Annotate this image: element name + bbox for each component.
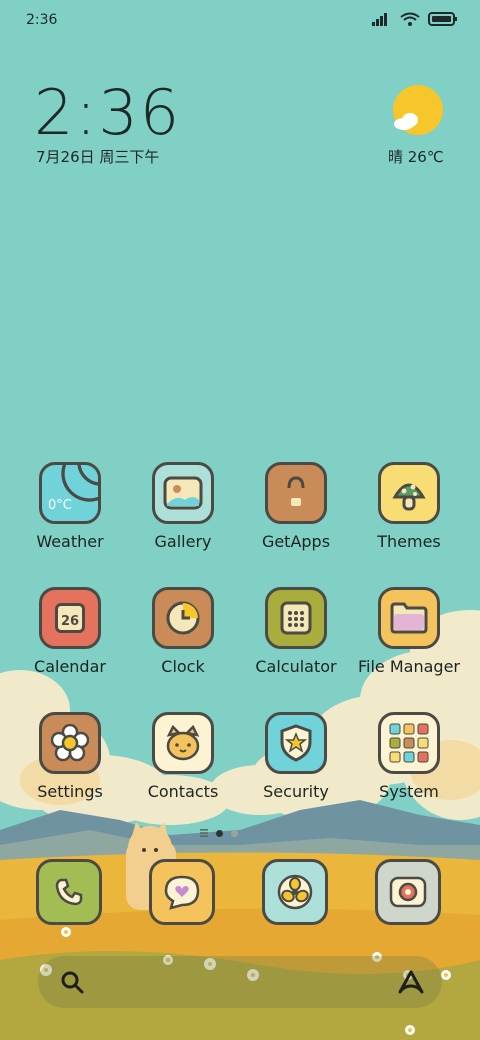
app-security[interactable]: Security <box>240 712 352 822</box>
page-indicator[interactable] <box>200 829 238 837</box>
app-label: Themes <box>377 532 441 551</box>
page-dot <box>231 829 238 837</box>
dock-phone[interactable] <box>36 859 106 929</box>
app-file-manager[interactable]: File Manager <box>353 587 465 697</box>
app-themes[interactable]: Themes <box>353 462 465 572</box>
app-weather[interactable]: 0°C Weather <box>14 462 126 572</box>
phone-icon <box>36 859 102 925</box>
security-shield-icon <box>265 712 327 774</box>
gallery-icon <box>152 462 214 524</box>
dock-messages[interactable] <box>149 859 219 929</box>
settings-flower-icon <box>39 712 101 774</box>
app-label: GetApps <box>261 532 331 551</box>
calendar-icon-day: 26 <box>55 603 85 633</box>
sun-cloud-icon[interactable] <box>390 84 444 138</box>
app-system-folder[interactable]: System <box>353 712 465 822</box>
calendar-icon: 26 <box>39 587 101 649</box>
page-indicator-list-icon <box>200 829 208 837</box>
clock-icon <box>152 587 214 649</box>
signal-icon <box>372 13 387 26</box>
app-settings[interactable]: Settings <box>14 712 126 822</box>
battery-icon <box>428 12 457 26</box>
weather-icon-badge: 0°C <box>48 498 72 513</box>
app-label: Clock <box>161 657 205 676</box>
search-bar[interactable] <box>38 956 442 1008</box>
contacts-cat-icon <box>152 712 214 774</box>
browser-fan-icon <box>262 859 328 925</box>
app-label: Security <box>263 782 329 801</box>
getapps-bag-icon <box>265 462 327 524</box>
app-label: Gallery <box>154 532 212 551</box>
status-bar-icons <box>372 12 458 26</box>
assistant-icon[interactable] <box>396 968 426 996</box>
app-gallery[interactable]: Gallery <box>127 462 239 572</box>
weather-widget-temp[interactable]: 晴 26℃ <box>388 146 444 167</box>
status-bar-time: 2:36 <box>26 12 58 28</box>
app-label: Settings <box>37 782 103 801</box>
app-clock[interactable]: Clock <box>127 587 239 697</box>
themes-mushroom-icon <box>378 462 440 524</box>
app-calendar[interactable]: 26 Calendar <box>14 587 126 697</box>
weather-icon: 0°C <box>39 462 101 524</box>
app-label: Calculator <box>255 657 337 676</box>
calculator-icon <box>265 587 327 649</box>
app-label: Calendar <box>34 657 106 676</box>
search-icon[interactable] <box>58 968 86 996</box>
page-dot-active <box>216 829 223 837</box>
dock-browser[interactable] <box>262 859 332 929</box>
app-label: File Manager <box>358 657 460 676</box>
system-folder-icon <box>378 712 440 774</box>
app-calculator[interactable]: Calculator <box>240 587 352 697</box>
dock-camera[interactable] <box>375 859 445 929</box>
folder-icon <box>378 587 440 649</box>
app-contacts[interactable]: Contacts <box>127 712 239 822</box>
wifi-icon <box>400 12 420 26</box>
camera-icon <box>375 859 441 925</box>
app-label: Weather <box>36 532 104 551</box>
app-label: Contacts <box>147 782 219 801</box>
clock-widget-time[interactable]: 2:36 <box>34 76 181 149</box>
message-heart-icon <box>149 859 215 925</box>
app-getapps[interactable]: GetApps <box>240 462 352 572</box>
app-label: System <box>379 782 439 801</box>
clock-widget-date[interactable]: 7月26日 周三下午 <box>36 146 159 167</box>
